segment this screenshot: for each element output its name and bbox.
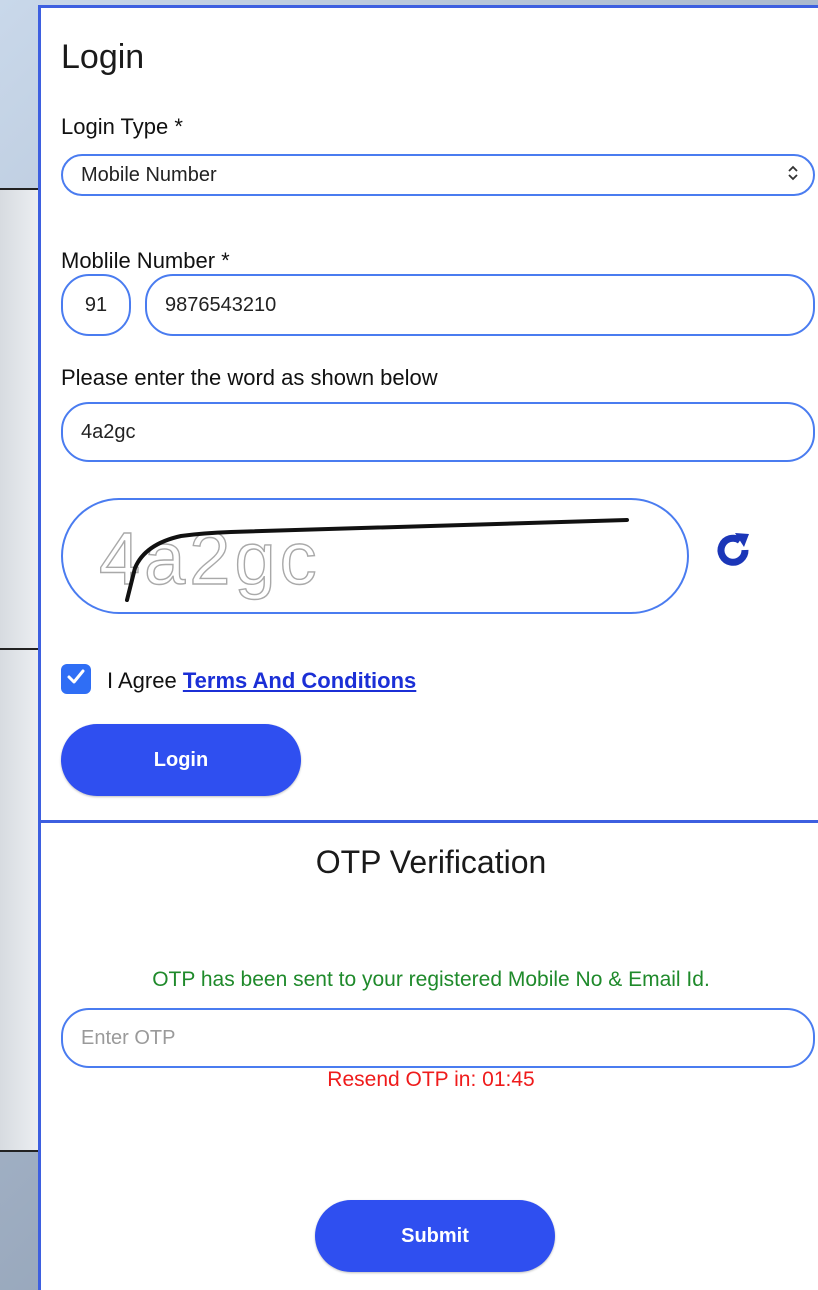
captcha-label: Please enter the word as shown below bbox=[61, 365, 438, 390]
captcha-image: 4a2gc bbox=[61, 498, 689, 614]
background-divider bbox=[0, 188, 40, 190]
captcha-input[interactable]: 4a2gc bbox=[61, 402, 815, 462]
refresh-captcha-button[interactable] bbox=[709, 528, 757, 576]
country-code-value: 91 bbox=[84, 293, 108, 316]
terms-agreement: I Agree Terms And Conditions bbox=[107, 668, 416, 694]
mobile-number-value: 9876543210 bbox=[165, 293, 277, 316]
login-type-label: Login Type * bbox=[61, 114, 183, 139]
mobile-number-input[interactable]: 9876543210 bbox=[145, 274, 815, 336]
login-type-value: Mobile Number bbox=[81, 163, 217, 186]
otp-input[interactable] bbox=[61, 1008, 815, 1068]
background-divider bbox=[0, 1150, 40, 1152]
otp-status-message: OTP has been sent to your registered Mob… bbox=[152, 968, 710, 991]
section-divider bbox=[41, 820, 818, 823]
page-title: Login bbox=[61, 38, 145, 76]
login-card: Login Login Type * Mobile Number Moblile… bbox=[38, 5, 818, 1290]
login-button[interactable]: Login bbox=[61, 724, 301, 796]
captcha-graphic: 4a2gc bbox=[98, 516, 629, 602]
chevron-up-down-icon bbox=[787, 164, 799, 186]
submit-button[interactable]: Submit bbox=[315, 1200, 555, 1272]
terms-checkbox[interactable] bbox=[61, 664, 91, 694]
background-panel bbox=[0, 190, 40, 1150]
resend-otp-timer: Resend OTP in: 01:45 bbox=[327, 1068, 535, 1091]
country-code-field[interactable]: 91 bbox=[61, 274, 131, 336]
agree-label: I Agree bbox=[107, 668, 177, 693]
mobile-number-label: Moblile Number * bbox=[61, 248, 230, 273]
checkmark-icon bbox=[66, 667, 86, 692]
refresh-icon bbox=[713, 530, 753, 575]
login-type-select[interactable]: Mobile Number bbox=[61, 154, 815, 196]
terms-link[interactable]: Terms And Conditions bbox=[183, 668, 416, 693]
otp-title: OTP Verification bbox=[315, 844, 547, 880]
background-divider bbox=[0, 648, 40, 650]
captcha-input-value: 4a2gc bbox=[81, 420, 136, 443]
